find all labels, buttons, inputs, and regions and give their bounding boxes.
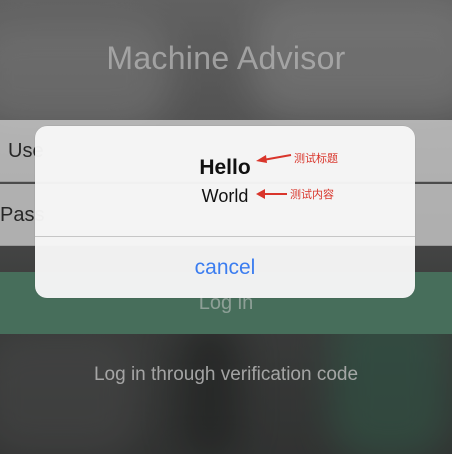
annotation-message-text: 测试内容 bbox=[290, 188, 334, 201]
arrow-left-icon bbox=[256, 154, 292, 163]
annotation-message-note: 测试内容 bbox=[256, 186, 334, 202]
annotation-title-note: 测试标题 bbox=[256, 150, 338, 166]
alert-dialog: Hello World cancel bbox=[35, 126, 415, 298]
alert-title: Hello bbox=[199, 156, 251, 179]
arrow-left-icon bbox=[256, 189, 287, 199]
alert-message: World bbox=[201, 186, 249, 206]
cancel-button[interactable]: cancel bbox=[35, 237, 415, 298]
login-screen: Machine Advisor Use Pass Log in Log in t… bbox=[0, 0, 452, 454]
annotation-title-text: 测试标题 bbox=[294, 152, 338, 165]
